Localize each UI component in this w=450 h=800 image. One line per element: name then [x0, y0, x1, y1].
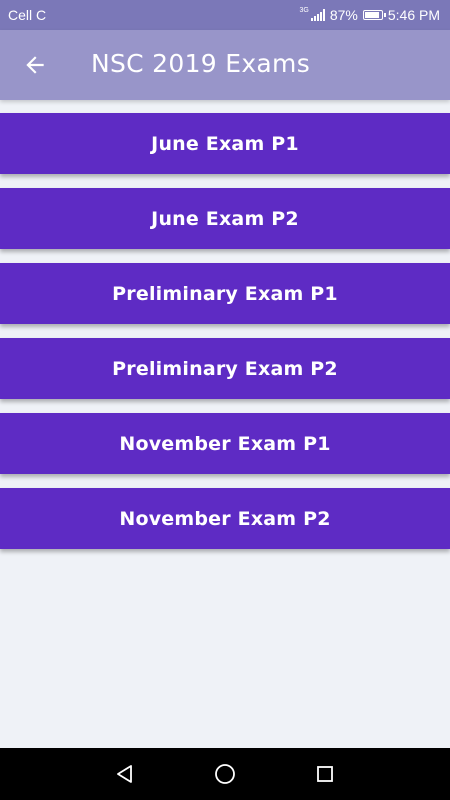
exam-button-november-p2[interactable]: November Exam P2 — [0, 488, 450, 549]
status-indicators: 3G 87% 5:46 PM — [299, 6, 440, 24]
nav-recents-button[interactable] — [313, 762, 337, 786]
exam-button-preliminary-p1[interactable]: Preliminary Exam P1 — [0, 263, 450, 324]
system-nav-bar — [0, 748, 450, 800]
app-bar: NSC 2019 Exams — [0, 30, 450, 100]
home-circle-icon — [215, 764, 235, 784]
arrow-left-icon — [26, 56, 44, 74]
page-title: NSC 2019 Exams — [91, 49, 311, 78]
back-triangle-icon — [117, 765, 132, 783]
battery-icon — [362, 10, 386, 20]
nav-back-button[interactable] — [113, 762, 137, 786]
network-type-label: 3G — [299, 6, 309, 14]
signal-strength-icon — [310, 9, 325, 21]
battery-percentage: 87% — [329, 7, 358, 23]
exam-list: June Exam P1 June Exam P2 Preliminary Ex… — [0, 113, 450, 563]
clock-time: 5:46 PM — [387, 7, 440, 23]
recents-square-icon — [317, 766, 333, 782]
exam-button-june-p1[interactable]: June Exam P1 — [0, 113, 450, 174]
back-button[interactable] — [14, 44, 56, 86]
exam-button-november-p1[interactable]: November Exam P1 — [0, 413, 450, 474]
exam-button-preliminary-p2[interactable]: Preliminary Exam P2 — [0, 338, 450, 399]
status-bar: Cell C 3G 87% 5:46 PM — [0, 0, 450, 30]
exam-button-june-p2[interactable]: June Exam P2 — [0, 188, 450, 249]
nav-home-button[interactable] — [213, 762, 237, 786]
carrier-name: Cell C — [8, 7, 47, 23]
